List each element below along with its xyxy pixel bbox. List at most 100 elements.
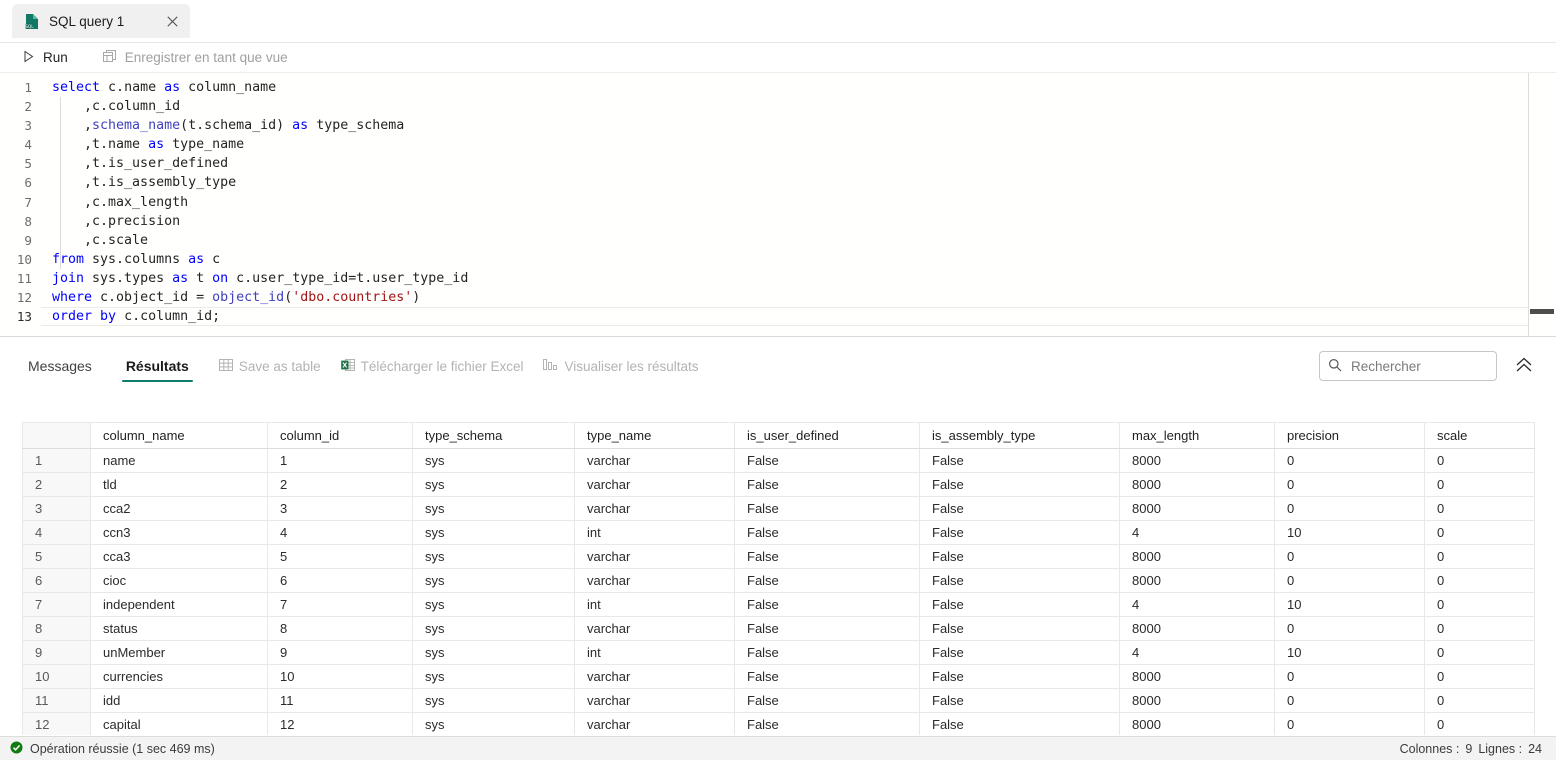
cell-scale[interactable]: 0 [1424, 448, 1535, 473]
table-row[interactable]: 10 currencies 10 sys varchar False False 8000 0 0 [22, 664, 1535, 689]
cell-type_schema[interactable]: sys [412, 712, 575, 735]
code-line-11[interactable]: 11 join sys.types as t on c.user_type_id=… [0, 269, 1556, 288]
code-line-3[interactable]: 3 ,schema_name(t.schema_id) as type_sche… [0, 116, 1556, 135]
cell-type_name[interactable]: int [574, 592, 735, 617]
cell-precision[interactable]: 10 [1274, 520, 1425, 545]
cell-column_name[interactable]: independent [90, 592, 268, 617]
cell-type_schema[interactable]: sys [412, 640, 575, 665]
column-header-precision[interactable]: precision [1274, 422, 1425, 449]
cell-is_assembly_type[interactable]: False [919, 712, 1120, 735]
cell-is_user_defined[interactable]: False [734, 544, 920, 569]
cell-column_name[interactable]: ccn3 [90, 520, 268, 545]
cell-column_id[interactable]: 3 [267, 496, 413, 521]
cell-column_id[interactable]: 1 [267, 448, 413, 473]
cell-precision[interactable]: 0 [1274, 472, 1425, 497]
cell-is_user_defined[interactable]: False [734, 640, 920, 665]
cell-column_id[interactable]: 6 [267, 568, 413, 593]
cell-max_length[interactable]: 8000 [1119, 448, 1275, 473]
cell-column_id[interactable]: 10 [267, 664, 413, 689]
cell-column_name[interactable]: tld [90, 472, 268, 497]
code-line-6[interactable]: 6 ,t.is_assembly_type [0, 173, 1556, 192]
cell-type_schema[interactable]: sys [412, 616, 575, 641]
table-row[interactable]: 7 independent 7 sys int False False 4 10 0 [22, 592, 1535, 617]
cell-is_user_defined[interactable]: False [734, 520, 920, 545]
cell-is_assembly_type[interactable]: False [919, 496, 1120, 521]
tab-messages[interactable]: Messages [24, 344, 96, 388]
cell-type_schema[interactable]: sys [412, 664, 575, 689]
cell-precision[interactable]: 10 [1274, 592, 1425, 617]
editor-tab-sql-query-1[interactable]: SQL SQL query 1 [12, 4, 190, 38]
cell-type_name[interactable]: varchar [574, 496, 735, 521]
cell-is_user_defined[interactable]: False [734, 592, 920, 617]
cell-precision[interactable]: 0 [1274, 688, 1425, 713]
cell-type_schema[interactable]: sys [412, 592, 575, 617]
table-row[interactable]: 8 status 8 sys varchar False False 8000 0 0 [22, 616, 1535, 641]
cell-column_id[interactable]: 11 [267, 688, 413, 713]
cell-scale[interactable]: 0 [1424, 688, 1535, 713]
cell-precision[interactable]: 10 [1274, 640, 1425, 665]
cell-max_length[interactable]: 8000 [1119, 496, 1275, 521]
cell-column_id[interactable]: 12 [267, 712, 413, 735]
cell-type_schema[interactable]: sys [412, 568, 575, 593]
cell-max_length[interactable]: 8000 [1119, 712, 1275, 735]
run-button[interactable]: Run [14, 45, 76, 71]
table-row[interactable]: 3 cca2 3 sys varchar False False 8000 0 0 [22, 496, 1535, 521]
table-row[interactable]: 2 tld 2 sys varchar False False 8000 0 0 [22, 472, 1535, 497]
table-row[interactable]: 4 ccn3 4 sys int False False 4 10 0 [22, 520, 1535, 545]
cell-is_user_defined[interactable]: False [734, 472, 920, 497]
table-row[interactable]: 12 capital 12 sys varchar False False 8000 0 0 [22, 712, 1535, 735]
cell-type_name[interactable]: varchar [574, 664, 735, 689]
cell-column_name[interactable]: capital [90, 712, 268, 735]
cell-column_name[interactable]: unMember [90, 640, 268, 665]
cell-is_assembly_type[interactable]: False [919, 568, 1120, 593]
cell-column_name[interactable]: cioc [90, 568, 268, 593]
cell-type_name[interactable]: varchar [574, 712, 735, 735]
cell-column_name[interactable]: currencies [90, 664, 268, 689]
cell-column_id[interactable]: 2 [267, 472, 413, 497]
cell-is_assembly_type[interactable]: False [919, 688, 1120, 713]
cell-scale[interactable]: 0 [1424, 640, 1535, 665]
column-header-type_schema[interactable]: type_schema [412, 422, 575, 449]
cell-is_assembly_type[interactable]: False [919, 616, 1120, 641]
cell-precision[interactable]: 0 [1274, 448, 1425, 473]
cell-type_name[interactable]: varchar [574, 616, 735, 641]
table-row[interactable]: 5 cca3 5 sys varchar False False 8000 0 0 [22, 544, 1535, 569]
cell-scale[interactable]: 0 [1424, 472, 1535, 497]
cell-column_name[interactable]: cca3 [90, 544, 268, 569]
cell-max_length[interactable]: 8000 [1119, 616, 1275, 641]
cell-scale[interactable]: 0 [1424, 520, 1535, 545]
cell-is_assembly_type[interactable]: False [919, 640, 1120, 665]
cell-type_schema[interactable]: sys [412, 448, 575, 473]
search-input[interactable] [1349, 357, 1488, 375]
cell-is_user_defined[interactable]: False [734, 664, 920, 689]
cell-precision[interactable]: 0 [1274, 712, 1425, 735]
cell-max_length[interactable]: 4 [1119, 520, 1275, 545]
column-header-max_length[interactable]: max_length [1119, 422, 1275, 449]
column-header-column_name[interactable]: column_name [90, 422, 268, 449]
cell-type_schema[interactable]: sys [412, 496, 575, 521]
table-row[interactable]: 11 idd 11 sys varchar False False 8000 0 0 [22, 688, 1535, 713]
column-header-type_name[interactable]: type_name [574, 422, 735, 449]
cell-max_length[interactable]: 8000 [1119, 664, 1275, 689]
cell-type_name[interactable]: varchar [574, 472, 735, 497]
cell-type_schema[interactable]: sys [412, 688, 575, 713]
visualize-results-button[interactable]: Visualiser les résultats [543, 358, 699, 374]
cell-is_user_defined[interactable]: False [734, 448, 920, 473]
cell-precision[interactable]: 0 [1274, 568, 1425, 593]
cell-is_assembly_type[interactable]: False [919, 448, 1120, 473]
cell-column_id[interactable]: 8 [267, 616, 413, 641]
cell-is_assembly_type[interactable]: False [919, 520, 1120, 545]
column-header-column_id[interactable]: column_id [267, 422, 413, 449]
cell-max_length[interactable]: 8000 [1119, 472, 1275, 497]
sql-code-area[interactable]: 1 select c.name as column_name 2 ,c.column… [0, 73, 1556, 327]
cell-column_id[interactable]: 9 [267, 640, 413, 665]
code-line-12[interactable]: 12 where c.object_id = object_id('dbo.cou… [0, 288, 1556, 307]
tab-resultats[interactable]: Résultats [121, 344, 193, 388]
cell-type_schema[interactable]: sys [412, 544, 575, 569]
sql-editor[interactable]: 1 select c.name as column_name 2 ,c.column… [0, 73, 1556, 337]
column-header-is_assembly_type[interactable]: is_assembly_type [919, 422, 1120, 449]
column-header-scale[interactable]: scale [1424, 422, 1535, 449]
cell-is_user_defined[interactable]: False [734, 712, 920, 735]
cell-column_name[interactable]: idd [90, 688, 268, 713]
code-line-1[interactable]: 1 select c.name as column_name [0, 78, 1556, 97]
